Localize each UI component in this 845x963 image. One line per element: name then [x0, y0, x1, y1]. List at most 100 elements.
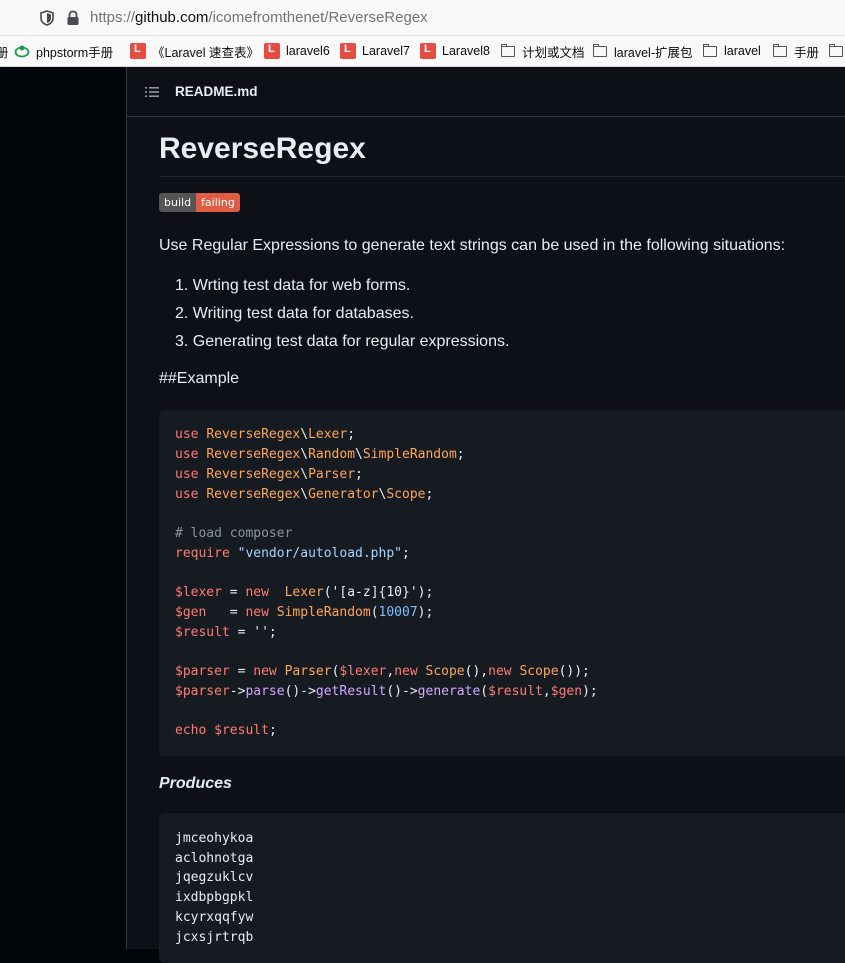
readme-header: README.md	[127, 67, 845, 117]
code-token: \	[300, 467, 309, 482]
url-text[interactable]: https://github.com/icomefromthenet/Rever…	[90, 9, 428, 26]
list-item: 1. Wrting test data for web forms.	[175, 277, 411, 294]
bookmark-label: 手册	[794, 45, 820, 60]
code-token: ;	[425, 487, 434, 502]
code-token: getResult	[315, 684, 387, 699]
code-token: Lexer	[308, 427, 348, 442]
code-token: = '';	[237, 625, 277, 640]
code-token: $gen	[175, 605, 230, 620]
lock-icon[interactable]	[66, 10, 80, 26]
laravel-icon	[420, 43, 436, 59]
code-token: \	[355, 447, 363, 462]
laravel-icon	[264, 43, 280, 59]
badge-status: failing	[196, 193, 240, 212]
shield-icon[interactable]	[40, 10, 54, 26]
code-token: Parser	[284, 664, 332, 679]
readme-filename[interactable]: README.md	[175, 84, 258, 99]
code-token: Scope	[386, 487, 426, 502]
output-code-block[interactable]: jmceohykoa aclohnotga jqegzuklcv ixdbpbg…	[159, 813, 845, 963]
code-token: SimpleRandom	[276, 605, 371, 620]
code-token: Generator	[308, 487, 379, 502]
code-token: $result	[175, 625, 238, 640]
code-token: use	[175, 447, 207, 462]
code-token: ;	[355, 467, 363, 482]
output-line: jcxsjrtrqb	[175, 930, 254, 945]
code-token: $parser	[175, 684, 230, 699]
laravel-icon	[130, 43, 146, 59]
bookmark-truncated[interactable]: 册	[0, 42, 9, 60]
code-token: ,	[542, 684, 551, 699]
bookmark-folder-more[interactable]	[828, 42, 845, 60]
list-item: 2. Writing test data for databases.	[175, 305, 414, 322]
url-host: github.com	[135, 9, 209, 26]
code-line: $lexer = new Lexer('[a-z]{10}');	[175, 583, 433, 603]
code-token: ReverseRegex	[206, 487, 301, 502]
badge-label: build	[159, 193, 197, 212]
code-token: ReverseRegex	[206, 467, 301, 482]
code-line: use ReverseRegex\Lexer;	[175, 425, 355, 445]
code-token: ('[a-z]{10}');	[323, 585, 434, 600]
folder-icon	[828, 43, 844, 59]
build-status-badge[interactable]: build failing	[159, 193, 240, 212]
bookmark-label: Laravel8	[442, 44, 490, 58]
code-token: "vendor/autoload.php"	[237, 546, 402, 561]
bookmark-laravel-cheatsheet[interactable]: 《Laravel 速查表》	[130, 42, 259, 60]
code-token: $lexer	[175, 585, 230, 600]
code-token: ());	[558, 664, 590, 679]
code-token: new	[253, 664, 285, 679]
code-line: # load composer	[175, 524, 292, 544]
example-code-block[interactable]: use ReverseRegex\Lexer; use ReverseRegex…	[159, 410, 845, 756]
code-token: \	[300, 487, 309, 502]
code-token: $gen	[550, 684, 583, 699]
code-token: );	[417, 605, 434, 620]
output-line: aclohnotga	[175, 851, 254, 866]
code-token: Parser	[308, 467, 356, 482]
code-token: (	[480, 684, 489, 699]
bookmarks-bar: 册 phpstorm手册 《Laravel 速查表》 laravel6 Lara…	[0, 36, 845, 67]
code-token: $result	[488, 684, 543, 699]
bookmark-label: laravel-扩展包	[614, 45, 693, 60]
bookmark-label: laravel	[724, 44, 761, 58]
page-title: ReverseRegex	[159, 131, 845, 177]
folder-icon	[500, 43, 516, 59]
bookmark-label: Laravel7	[362, 44, 410, 58]
code-line: use ReverseRegex\Generator\Scope;	[175, 485, 433, 505]
folder-icon	[592, 43, 608, 59]
bookmark-laravel6[interactable]: laravel6	[264, 42, 330, 60]
bookmark-label: 计划或文档	[522, 45, 585, 60]
bookmark-folder-manual[interactable]: 手册	[772, 42, 819, 60]
code-token: \	[300, 447, 309, 462]
bookmark-folder-laravel-packages[interactable]: laravel-扩展包	[592, 42, 693, 60]
bookmark-laravel8[interactable]: Laravel8	[420, 42, 490, 60]
code-token: (	[370, 605, 379, 620]
bookmark-phpstorm[interactable]: phpstorm手册	[14, 42, 113, 60]
bookmark-folder-laravel[interactable]: laravel	[702, 42, 761, 60]
code-token: new	[488, 664, 520, 679]
bookmark-label: phpstorm手册	[36, 45, 114, 60]
code-line: use ReverseRegex\Parser;	[175, 465, 363, 485]
output-line: jmceohykoa	[175, 831, 254, 846]
output-line: kcyrxqqfyw	[175, 910, 254, 925]
bookmark-laravel7[interactable]: Laravel7	[340, 42, 410, 60]
laravel-icon	[340, 43, 356, 59]
code-token: parse	[245, 684, 285, 699]
code-token: new	[245, 605, 277, 620]
code-token: 10007	[378, 605, 418, 620]
ticket-icon	[14, 45, 30, 58]
code-token: require	[175, 546, 238, 561]
code-token: \	[300, 427, 309, 442]
code-token: # load composer	[175, 526, 293, 541]
output-line: ixdbpbgpkl	[175, 890, 254, 905]
code-line: echo $result;	[175, 721, 277, 741]
url-prefix: https://	[90, 9, 136, 26]
code-token: use	[175, 487, 207, 502]
url-path: /icomefromthenet/ReverseRegex	[208, 9, 428, 26]
bookmark-folder-plans[interactable]: 计划或文档	[500, 42, 585, 60]
code-token: ;	[347, 427, 356, 442]
code-token: Scope	[519, 664, 559, 679]
code-token: Scope	[425, 664, 465, 679]
code-line: $gen = new SimpleRandom(10007);	[175, 603, 433, 623]
code-token: ReverseRegex	[206, 427, 301, 442]
list-unordered-icon[interactable]	[144, 84, 160, 100]
url-bar[interactable]: https://github.com/icomefromthenet/Rever…	[0, 0, 845, 36]
